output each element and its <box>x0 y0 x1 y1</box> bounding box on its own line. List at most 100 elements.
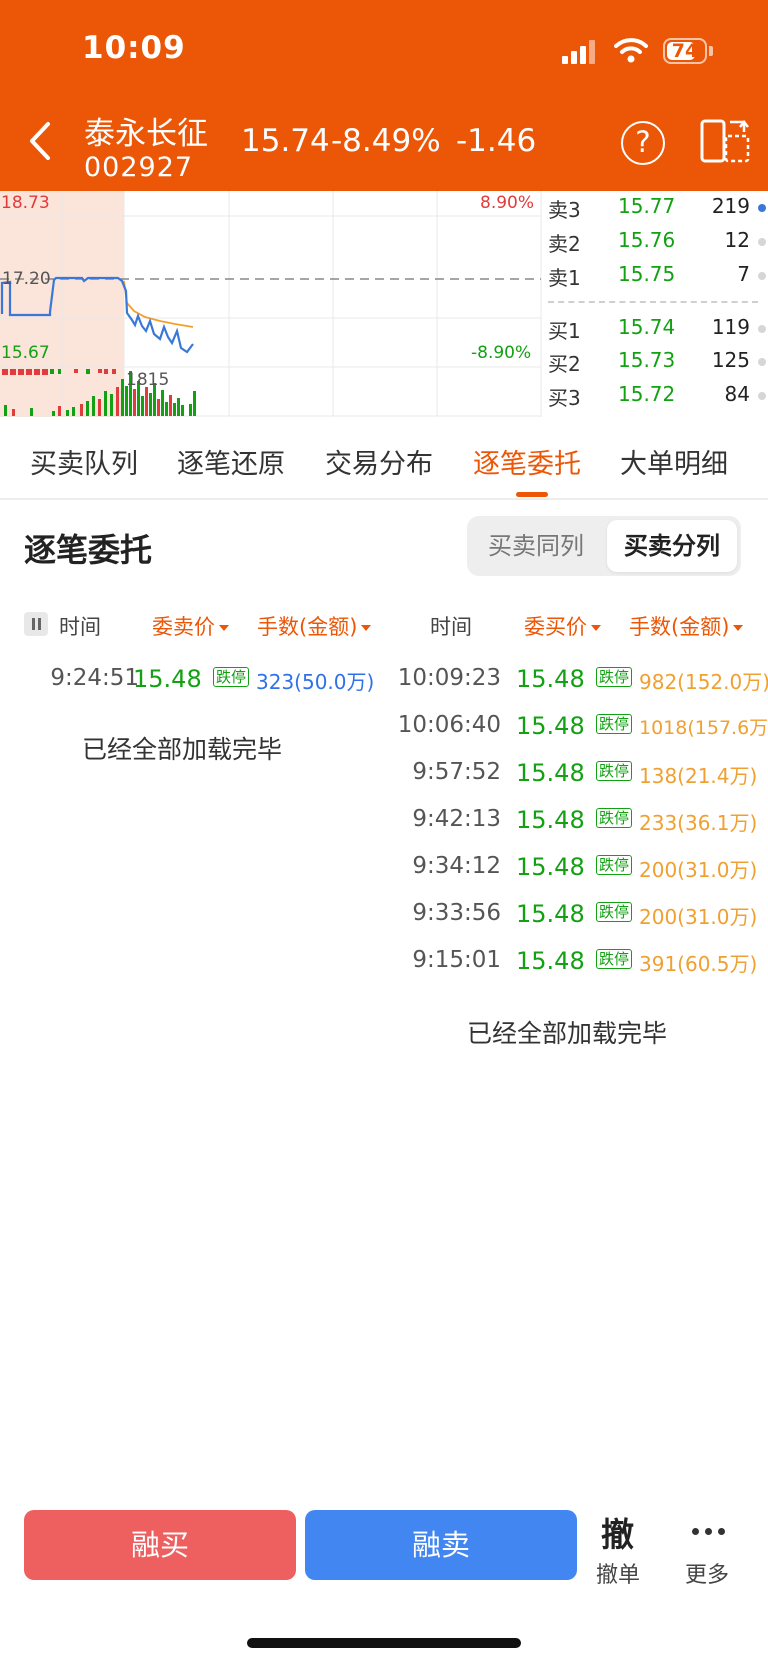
ask-price: 15.76 <box>618 228 676 252</box>
ask-volume: 219 <box>711 194 750 218</box>
sell-list-end-message: 已经全部加载完毕 <box>82 735 283 764</box>
chart-high-pct: 8.90% <box>480 193 535 213</box>
ask-level: 卖2 <box>548 232 581 256</box>
buy-lots-header[interactable]: 手数(金额) <box>629 611 744 641</box>
buy-row-price: 15.48 <box>516 665 585 693</box>
sell-row-volume: 323(50.0万) <box>256 670 375 694</box>
limit-down-badge: 跌停 <box>596 855 633 875</box>
ask-row: 卖3 15.77 219 <box>542 194 768 224</box>
buy-row-volume: 233(36.1万) <box>639 811 758 835</box>
chart-canvas <box>0 191 542 417</box>
margin-sell-button[interactable]: 融卖 <box>305 1510 577 1580</box>
limit-down-badge: 跌停 <box>596 902 633 922</box>
pause-icon[interactable] <box>24 612 48 636</box>
tab-order-queue[interactable]: 买卖队列 <box>30 442 138 481</box>
ask-level: 卖3 <box>548 198 581 222</box>
bid-level: 买2 <box>548 352 581 376</box>
sort-caret-icon <box>361 625 372 631</box>
sell-price-header[interactable]: 委卖价 <box>152 611 229 641</box>
bid-price: 15.73 <box>618 348 676 372</box>
sell-row-price: 15.48 <box>133 665 202 693</box>
stock-change: -1.46 <box>456 123 537 159</box>
sort-caret-icon <box>591 625 601 631</box>
ask-indicator-dot <box>758 204 766 212</box>
buy-row-volume: 982(152.0万) <box>639 670 768 694</box>
sell-row-time: 9:24:51 <box>50 665 139 691</box>
intraday-chart[interactable]: 18.73 17.20 15.67 8.90% -8.90% 1815 <box>0 191 542 417</box>
tab-large-orders[interactable]: 大单明细 <box>620 442 728 481</box>
bid-price: 15.72 <box>618 382 676 406</box>
cancel-order-label: 撤单 <box>596 1563 641 1588</box>
wifi-icon <box>614 38 648 63</box>
same-column-button[interactable]: 买卖同列 <box>471 520 601 572</box>
more-dots-icon <box>692 1528 726 1536</box>
battery-cap <box>709 46 713 56</box>
ask-volume: 7 <box>737 262 750 286</box>
tab-trade-distribution[interactable]: 交易分布 <box>325 442 433 481</box>
buy-row-price: 15.48 <box>516 759 585 787</box>
switch-screen-icon[interactable] <box>700 118 750 164</box>
buy-row-time: 9:42:13 <box>412 806 501 832</box>
split-column-button[interactable]: 买卖分列 <box>607 520 737 572</box>
buy-row-price: 15.48 <box>516 712 585 740</box>
buy-price-header[interactable]: 委买价 <box>524 611 601 641</box>
ask-price: 15.75 <box>618 262 676 286</box>
more-label: 更多 <box>685 1563 730 1588</box>
bid-price: 15.74 <box>618 315 676 339</box>
bid-row: 买3 15.72 84 <box>542 382 768 412</box>
ask-row: 卖2 15.76 12 <box>542 228 768 258</box>
bid-indicator-dot <box>758 325 766 333</box>
sell-lots-header-label: 手数(金额) <box>257 615 358 639</box>
chart-ref-price: 17.20 <box>2 269 51 289</box>
buy-row-price: 15.48 <box>516 900 585 928</box>
buy-row-price: 15.48 <box>516 853 585 881</box>
help-icon[interactable]: ? <box>621 121 665 165</box>
battery-level: 74 <box>671 40 699 62</box>
bid-level: 买3 <box>548 386 581 410</box>
tab-tick-restore[interactable]: 逐笔还原 <box>177 442 285 481</box>
limit-down-badge: 跌停 <box>596 667 633 687</box>
battery-icon: 74 <box>663 38 707 64</box>
detail-tabs: 买卖队列 逐笔还原 交易分布 逐笔委托 大单明细 <box>0 420 768 500</box>
bid-level: 买1 <box>548 319 581 343</box>
buy-row-time: 9:34:12 <box>412 853 501 879</box>
chart-low-pct: -8.90% <box>471 343 532 363</box>
buy-row-time: 9:57:52 <box>412 759 501 785</box>
sell-lots-header[interactable]: 手数(金额) <box>257 611 372 641</box>
order-book-divider <box>548 301 758 303</box>
ask-indicator-dot <box>758 238 766 246</box>
home-indicator[interactable] <box>247 1638 521 1648</box>
stock-change-pct: -8.49% <box>331 123 441 159</box>
buy-row-volume: 200(31.0万) <box>639 905 758 929</box>
buy-row-volume: 1018(157.6万) <box>639 717 768 739</box>
tab-tick-orders[interactable]: 逐笔委托 <box>473 442 581 481</box>
bid-volume: 125 <box>711 348 750 372</box>
ask-volume: 12 <box>724 228 750 252</box>
buy-row-price: 15.48 <box>516 947 585 975</box>
order-book[interactable]: 卖3 15.77 219 卖2 15.76 12 卖1 15.75 7 买1 1… <box>542 191 768 417</box>
sell-time-header: 时间 <box>59 615 101 639</box>
bid-indicator-dot <box>758 358 766 366</box>
margin-buy-button[interactable]: 融买 <box>24 1510 296 1580</box>
limit-down-badge: 跌停 <box>596 949 633 969</box>
stock-code: 002927 <box>84 152 194 183</box>
chart-high-price: 18.73 <box>1 193 50 213</box>
sell-price-header-label: 委卖价 <box>152 615 215 639</box>
buy-row-volume: 138(21.4万) <box>639 764 758 788</box>
stock-price: 15.74 <box>241 123 330 159</box>
bid-row: 买1 15.74 119 <box>542 315 768 345</box>
limit-down-badge: 跌停 <box>596 761 633 781</box>
sort-caret-icon <box>733 625 744 631</box>
bid-row: 买2 15.73 125 <box>542 348 768 378</box>
buy-list-end-message: 已经全部加载完毕 <box>467 1019 668 1048</box>
buy-row-price: 15.48 <box>516 806 585 834</box>
buy-row-time: 10:06:40 <box>397 712 501 738</box>
back-arrow-icon[interactable] <box>26 118 56 164</box>
ask-row: 卖1 15.75 7 <box>542 262 768 292</box>
buy-row-volume: 391(60.5万) <box>639 952 758 976</box>
bid-volume: 119 <box>711 315 750 339</box>
bid-volume: 84 <box>724 382 750 406</box>
buy-row-time: 10:09:23 <box>397 665 501 691</box>
header-bar: 10:09 74 泰永长征 002927 15.74 -8.49% -1.46 … <box>0 0 768 191</box>
ask-indicator-dot <box>758 272 766 280</box>
